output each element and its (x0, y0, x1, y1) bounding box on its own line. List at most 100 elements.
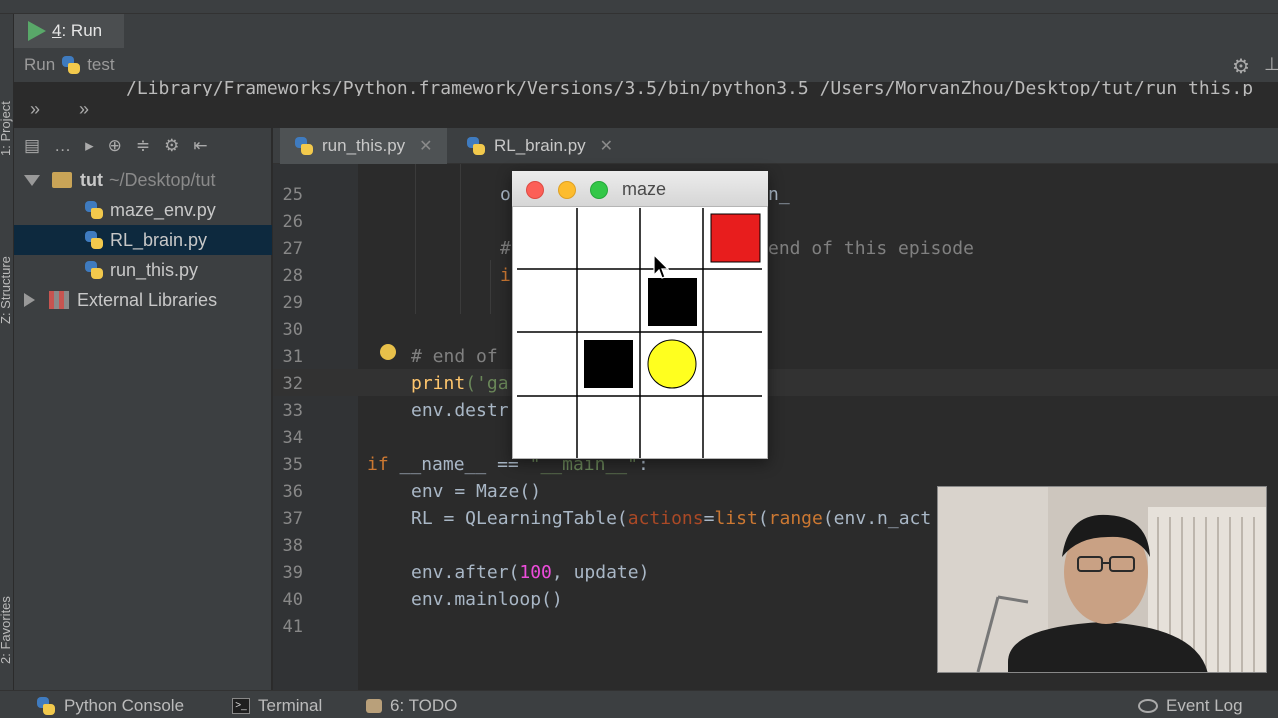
line-number: 39 (282, 563, 303, 583)
code-line-37: RL = QLearningTable(actions=list(range(e… (411, 508, 931, 529)
minimize-window-button[interactable] (558, 181, 576, 199)
project-toolbar: ▤ … ▸ ⊕ ≑ ⚙ ⇤ (14, 128, 272, 164)
line-number: 27 (282, 239, 303, 259)
line-number: 33 (282, 401, 303, 421)
terminal-button[interactable]: >_ Terminal (232, 696, 322, 716)
console-chevron-row (14, 96, 1278, 128)
line-number: 28 (282, 266, 303, 286)
presenter-video-image (938, 487, 1266, 672)
run-panel-header (14, 14, 1278, 48)
tree-file-item[interactable]: run_this.py (14, 255, 272, 285)
maze-canvas (513, 208, 767, 458)
code-line-32: print('ga (411, 373, 509, 394)
code-builtin: list (714, 508, 758, 529)
line-number: 40 (282, 590, 303, 610)
code-fragment: n_ (768, 184, 790, 205)
tab-label: RL_brain.py (494, 136, 586, 155)
more-icon[interactable]: … (54, 136, 71, 156)
panel-layout-icon[interactable]: ▤ (24, 136, 40, 156)
event-log-button[interactable]: Event Log (1138, 696, 1243, 716)
maze-window-title: maze (622, 179, 667, 199)
tree-file-item[interactable]: maze_env.py (14, 195, 272, 225)
run-label: Run (24, 55, 56, 74)
code-string: ('ga (465, 373, 509, 394)
webcam-overlay (937, 486, 1267, 673)
close-icon[interactable]: ✕ (600, 136, 613, 156)
close-icon[interactable]: ✕ (419, 136, 432, 156)
mouse-cursor-icon (653, 254, 669, 279)
line-number: 31 (282, 347, 303, 367)
folder-icon (52, 172, 72, 188)
lightbulb-icon[interactable] (380, 344, 396, 360)
event-log-label: Event Log (1166, 696, 1243, 715)
code-line-40: env.mainloop() (411, 589, 563, 610)
run-config-name[interactable]: test (87, 55, 114, 75)
project-tool-tab[interactable]: 1: Project (0, 101, 13, 156)
terminal-icon: >_ (232, 698, 250, 714)
code-builtin: range (768, 508, 823, 529)
run-tool-tab[interactable]: 4: Run (14, 14, 124, 48)
tree-root-folder[interactable]: tut ~/Desktop/tut (14, 165, 272, 195)
line-number: 25 (282, 185, 303, 205)
root-folder-path: ~/Desktop/tut (108, 169, 216, 190)
line-number: 37 (282, 509, 303, 529)
title-strip (0, 0, 1278, 14)
tab-rl-brain[interactable]: RL_brain.py ✕ (452, 128, 627, 164)
python-file-icon (84, 200, 104, 220)
terminal-label: Terminal (258, 696, 323, 715)
todo-button[interactable]: 6: TODO (366, 696, 457, 716)
gear-icon[interactable]: ⚙ (1232, 54, 1256, 78)
line-number: 41 (282, 617, 303, 637)
python-file-icon (84, 230, 104, 250)
line-number: 29 (282, 293, 303, 313)
play-small-icon[interactable]: ▸ (85, 136, 94, 156)
code-text: ( (757, 508, 769, 529)
indent-guide (415, 164, 416, 314)
code-comment: end of this episode (768, 238, 974, 259)
chevron-right-icon[interactable]: » (79, 99, 89, 120)
code-keyword: if (367, 454, 389, 475)
code-number: 100 (519, 562, 552, 583)
python-console-button[interactable]: Python Console (36, 696, 184, 716)
hell-square (584, 340, 633, 388)
hell-square (648, 278, 697, 326)
collapse-arrow-icon[interactable] (24, 293, 35, 307)
file-name: RL_brain.py (110, 229, 208, 250)
python-file-icon (84, 260, 104, 280)
library-icon (49, 291, 69, 309)
bottom-tool-bar (0, 690, 1278, 718)
settings-icon[interactable]: ⚙ (164, 136, 179, 156)
expand-arrow-icon[interactable] (24, 174, 40, 186)
hide-icon[interactable]: ⇤ (193, 136, 207, 156)
structure-tool-tab[interactable]: Z: Structure (0, 256, 13, 324)
code-fragment: o (500, 184, 511, 205)
pin-icon[interactable]: ⊥ (1264, 54, 1278, 74)
code-text: = (703, 508, 715, 529)
code-text: , update) (551, 562, 650, 583)
code-keyword: i (500, 265, 511, 286)
code-text: RL = QLearningTable( (411, 508, 628, 529)
line-number: 26 (282, 212, 303, 232)
goal-square (710, 213, 761, 263)
event-log-icon (1138, 699, 1158, 713)
tree-file-item-selected[interactable]: RL_brain.py (14, 225, 272, 255)
python-icon (36, 696, 56, 716)
play-icon (28, 21, 46, 41)
maximize-window-button[interactable] (590, 181, 608, 199)
tab-label: run_this.py (322, 136, 406, 155)
collapse-icon[interactable]: ≑ (136, 136, 150, 156)
close-window-button[interactable] (526, 181, 544, 199)
chevron-right-icon[interactable]: » (30, 99, 40, 120)
locate-icon[interactable]: ⊕ (108, 136, 122, 156)
code-text: env.after( (411, 562, 520, 583)
file-name: run_this.py (110, 259, 199, 280)
run-toolbar: Run test (14, 48, 1278, 82)
line-number: 34 (282, 428, 303, 448)
todo-icon (366, 699, 382, 713)
tab-run-this[interactable]: run_this.py ✕ (280, 128, 447, 164)
favorites-tool-tab[interactable]: 2: Favorites (0, 596, 13, 664)
python-file-icon (466, 136, 486, 156)
code-line-39: env.after(100, update) (411, 562, 649, 583)
tree-external-libraries[interactable]: External Libraries (14, 285, 272, 315)
line-number: 32 (282, 374, 303, 394)
